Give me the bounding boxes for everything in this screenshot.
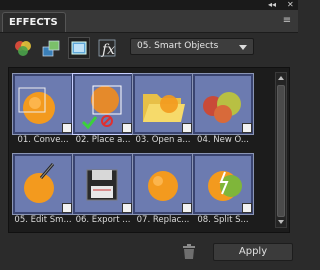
- thumbnail-frame: [192, 153, 254, 215]
- smart-object-badge-icon: [182, 123, 192, 133]
- smart-object-badge-icon: [122, 123, 132, 133]
- filters-tool[interactable]: [12, 37, 34, 59]
- effect-label: 07. Replac...: [136, 215, 190, 225]
- text-effects-tool[interactable]: fx: [96, 37, 118, 59]
- smart-object-badge-icon: [122, 203, 132, 213]
- tab-effects[interactable]: EFFECTS: [2, 12, 66, 32]
- scroll-up-icon[interactable]: [278, 76, 284, 80]
- effect-thumbnail-replace[interactable]: 07. Replac...: [132, 153, 194, 228]
- smart-object-badge-icon: [62, 203, 72, 213]
- effect-label: 02. Place a...: [75, 135, 131, 145]
- panel-titlebar: ◂◂ ✕: [0, 0, 298, 10]
- effect-thumbnail-place[interactable]: 02. Place a...: [72, 73, 134, 148]
- effect-thumbnail-split[interactable]: 08. Split S...: [192, 153, 254, 228]
- thumbnail-frame: [132, 73, 194, 135]
- close-icon[interactable]: ✕: [287, 0, 294, 10]
- thumbnail-frame: [132, 153, 194, 215]
- layer-styles-icon: [42, 40, 60, 57]
- category-dropdown[interactable]: 05. Smart Objects: [130, 38, 254, 55]
- tab-bar: EFFECTS ≡: [0, 10, 298, 33]
- smart-object-badge-icon: [242, 203, 252, 213]
- thumbnail-frame: [192, 73, 254, 135]
- thumbnail-frame: [12, 153, 74, 215]
- effect-label: 08. Split S...: [197, 215, 249, 225]
- photo-effects-tool[interactable]: [68, 37, 90, 59]
- scroll-thumb[interactable]: [277, 85, 285, 217]
- svg-text:fx: fx: [101, 42, 115, 58]
- effect-thumbnail-export[interactable]: 06. Export ...: [72, 153, 134, 228]
- layer-styles-tool[interactable]: [40, 37, 62, 59]
- effect-thumbnail-open[interactable]: 03. Open a...: [132, 73, 194, 148]
- thumbnail-frame: [72, 153, 134, 215]
- category-dropdown-value: 05. Smart Objects: [137, 41, 219, 51]
- thumbnail-frame: [72, 73, 134, 135]
- text-effects-icon: fx: [98, 39, 116, 58]
- effect-label: 06. Export ...: [75, 215, 131, 225]
- grid-scrollbar[interactable]: [275, 72, 287, 228]
- smart-object-badge-icon: [62, 123, 72, 133]
- effect-label: 01. Conve...: [17, 135, 69, 145]
- photo-effects-icon: [71, 41, 87, 55]
- chevron-down-icon: [239, 45, 247, 50]
- thumbnail-frame: [12, 73, 74, 135]
- smart-object-badge-icon: [182, 203, 192, 213]
- panel-menu-icon[interactable]: ≡: [280, 14, 294, 28]
- collapse-icon[interactable]: ◂◂: [268, 0, 276, 10]
- scroll-down-icon[interactable]: [278, 220, 284, 224]
- smart-object-badge-icon: [242, 123, 252, 133]
- effect-thumbnail-new-object[interactable]: 04. New O...: [192, 73, 254, 148]
- effect-label: 04. New O...: [197, 135, 249, 145]
- apply-button[interactable]: Apply: [213, 243, 293, 261]
- effect-thumbnail-edit-smart[interactable]: 05. Edit Sm...: [12, 153, 74, 228]
- trash-icon[interactable]: [182, 244, 196, 260]
- effect-thumbnail-convert[interactable]: 01. Conve...: [12, 73, 74, 148]
- effect-label: 05. Edit Sm...: [14, 215, 72, 225]
- effect-label: 03. Open a...: [135, 135, 191, 145]
- filters-icon: [15, 41, 31, 56]
